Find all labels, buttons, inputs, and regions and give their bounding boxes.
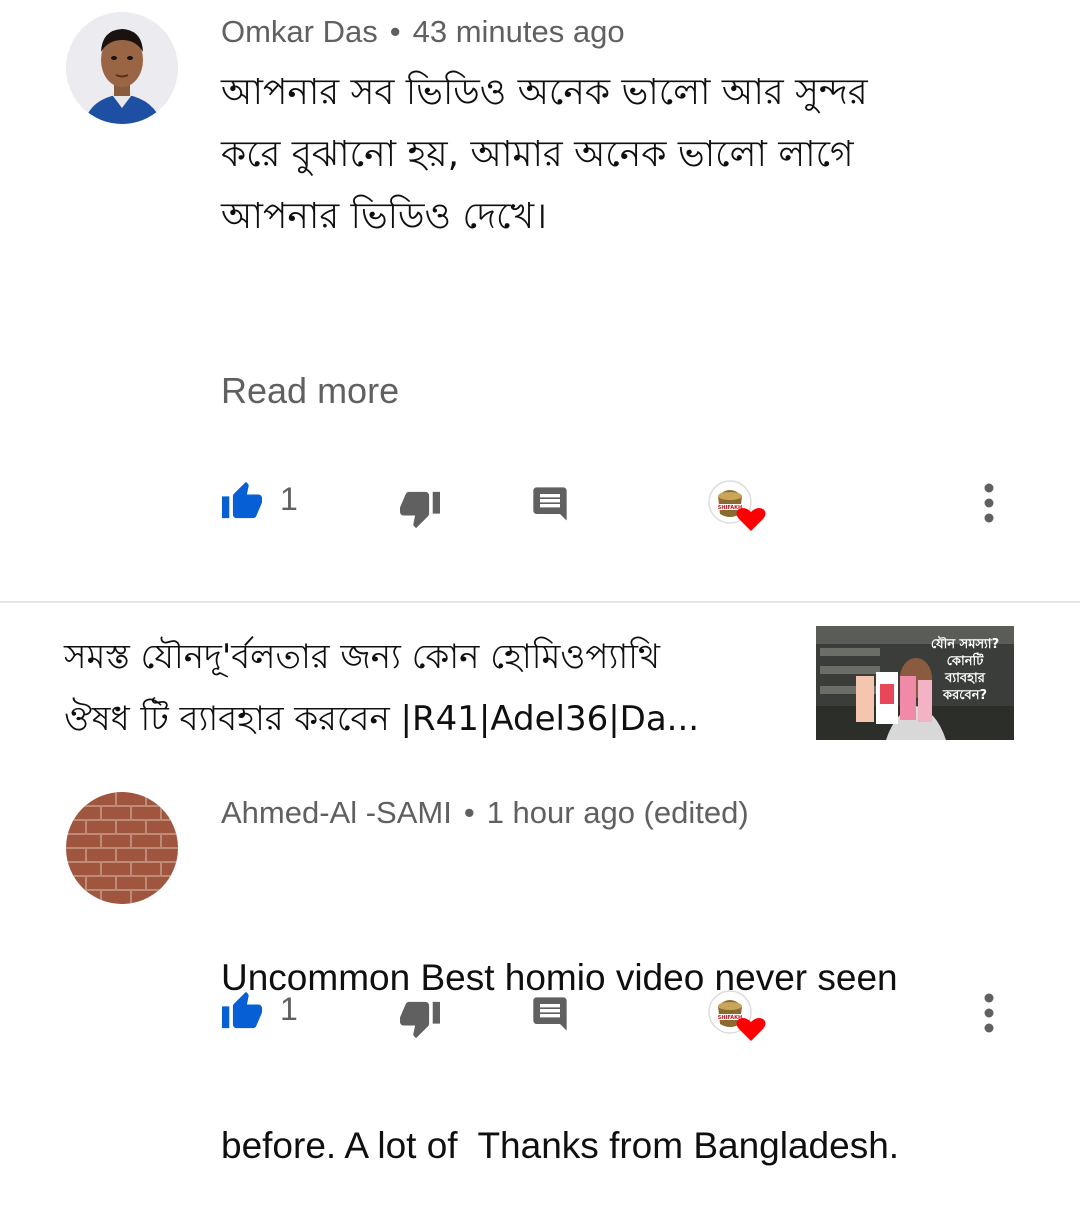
like-count: 1 <box>280 481 298 517</box>
video-title-line: সমস্ত যৌনদূ'র্বলতার জন্য কোন হোমিওপ্যাথি <box>64 637 660 677</box>
comment-body: আপনার সব ভিডিও অনেক ভালো আর সুন্দর করে ব… <box>221 62 1041 248</box>
like-button[interactable] <box>218 986 266 1034</box>
read-more-link[interactable]: Read more <box>221 370 399 412</box>
dislike-button[interactable] <box>396 996 444 1044</box>
comment-line: Uncommon Best homio video never seen <box>221 957 898 998</box>
creator-heart-icon: SHIFAKH <box>708 480 766 531</box>
thumbs-up-icon <box>222 481 262 519</box>
avatar-ahmed-al-sami[interactable] <box>66 792 178 904</box>
divider <box>0 601 1080 603</box>
reply-button[interactable] <box>526 990 574 1038</box>
comment-meta: Ahmed-Al -SAMI • 1 hour ago (edited) <box>221 795 749 831</box>
more-options-button[interactable] <box>970 990 1008 1036</box>
comment-line: before. A lot of Thanks from Bangladesh. <box>221 1125 900 1166</box>
like-count: 1 <box>280 991 298 1027</box>
separator-dot: • <box>463 795 475 830</box>
thumbs-up-icon <box>222 991 262 1029</box>
thumbs-down-icon <box>400 491 440 529</box>
comment-author[interactable]: Ahmed-Al -SAMI <box>221 795 452 830</box>
reply-button[interactable] <box>526 480 574 528</box>
creator-heart-badge: SHIFAKH <box>708 990 766 1041</box>
reply-icon <box>533 997 567 1031</box>
video-title[interactable]: সমস্ত যৌনদূ'র্বলতার জন্য কোন হোমিওপ্যাথি… <box>64 626 784 750</box>
comment-line: আপনার সব ভিডিও অনেক ভালো আর সুন্দর <box>221 72 868 113</box>
like-button[interactable] <box>218 476 266 524</box>
separator-dot: • <box>389 14 401 49</box>
thumbnail-text: যৌন সমস্যা? কোনটি ব্যাবহার করবেন? <box>930 637 1000 703</box>
comment-timestamp: 1 hour ago (edited) <box>486 795 749 830</box>
comment-line: আপনার ভিডিও দেখে। <box>221 196 547 237</box>
avatar-image <box>66 12 178 124</box>
reply-icon <box>533 487 567 521</box>
more-options-button[interactable] <box>970 480 1008 526</box>
avatar-omkar-das[interactable] <box>66 12 178 124</box>
comment-timestamp: 43 minutes ago <box>412 14 625 49</box>
comment-body: Uncommon Best homio video never seen bef… <box>221 838 1061 1230</box>
comment-author[interactable]: Omkar Das <box>221 14 378 49</box>
comment-meta: Omkar Das • 43 minutes ago <box>221 14 625 50</box>
thumbs-down-icon <box>400 1001 440 1039</box>
avatar-image <box>66 792 178 904</box>
video-thumbnail[interactable]: যৌন সমস্যা? কোনটি ব্যাবহার করবেন? <box>816 626 1014 740</box>
video-title-line: ঔষধ টি ব্যাবহার করবেন |R41|Adel36|Da... <box>64 699 700 739</box>
dislike-button[interactable] <box>396 486 444 534</box>
comment-line: করে বুঝানো হয়, আমার অনেক ভালো লাগে <box>221 134 854 175</box>
more-vert-icon <box>984 483 994 523</box>
more-vert-icon <box>984 993 994 1033</box>
creator-heart-badge: SHIFAKH <box>708 480 766 531</box>
creator-heart-icon: SHIFAKH <box>708 990 766 1041</box>
